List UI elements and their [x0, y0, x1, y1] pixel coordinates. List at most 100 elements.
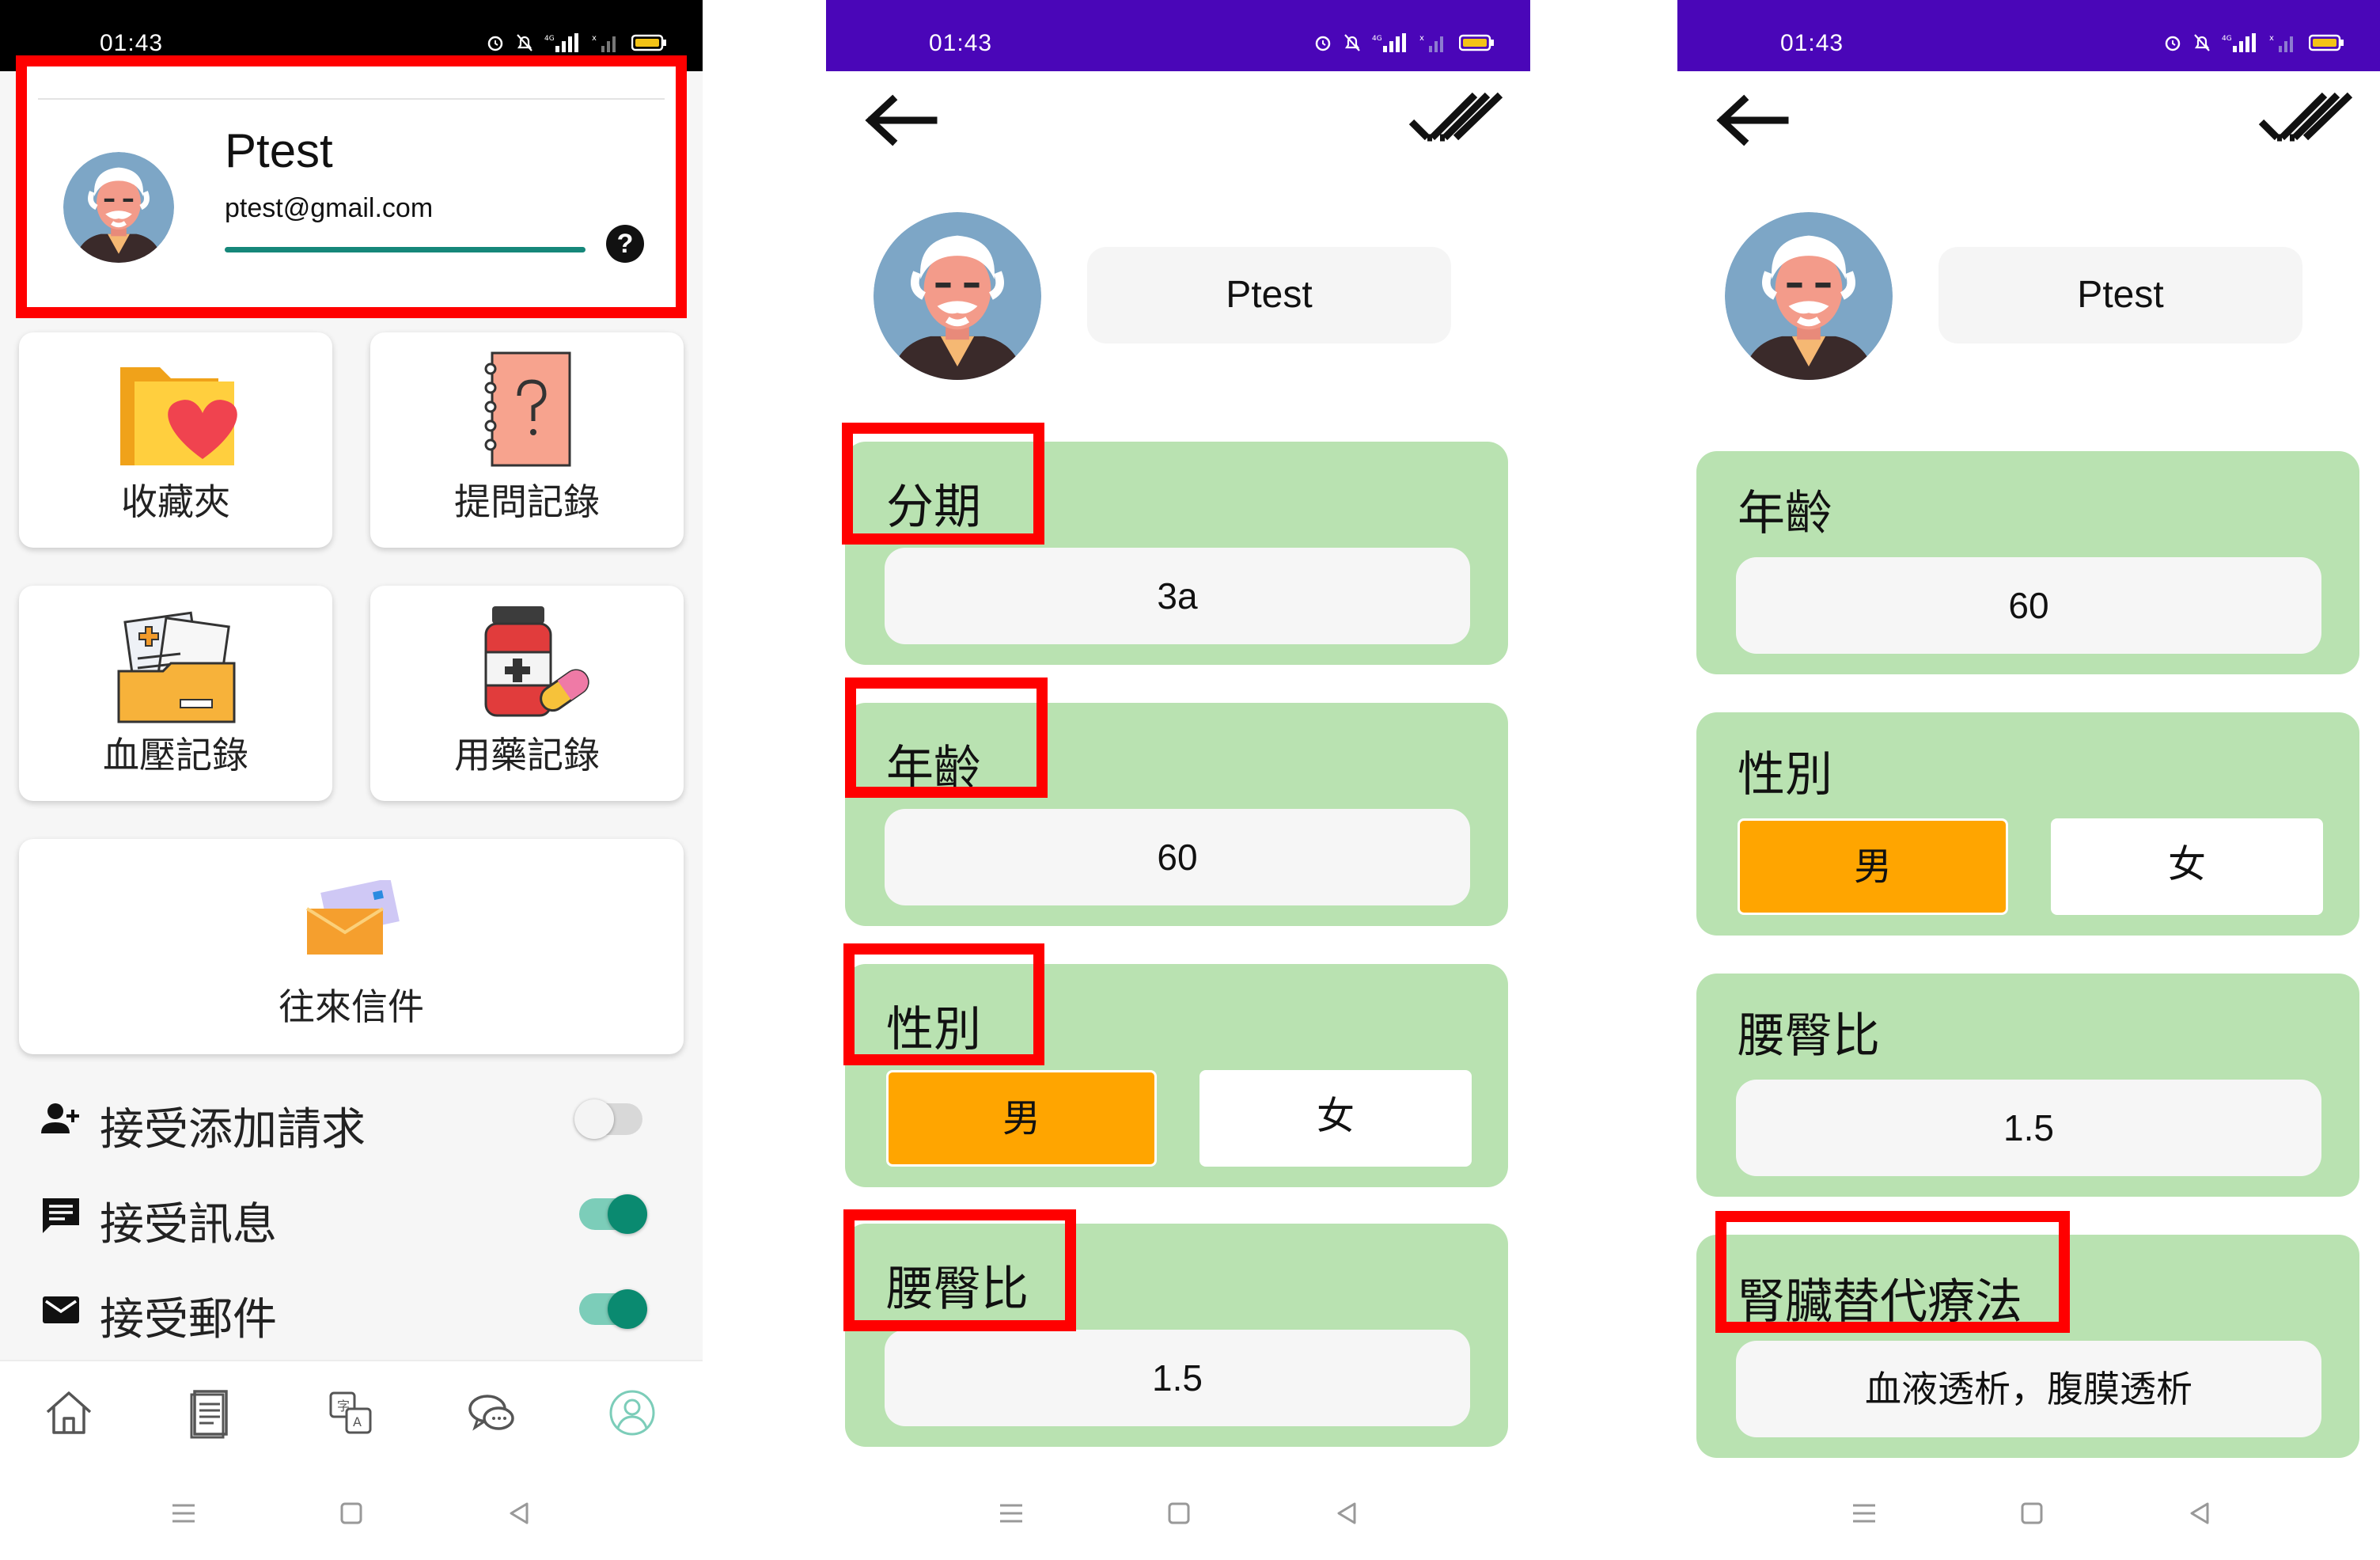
- mute-icon: [517, 34, 532, 51]
- message-icon: [43, 1198, 79, 1233]
- gender-male-option[interactable]: 男: [1738, 818, 2008, 915]
- annotation-box-waist-hip: [843, 1209, 1076, 1331]
- status-time: 01:43: [929, 30, 993, 56]
- status-icons: 4G x: [486, 32, 668, 54]
- menu-icon[interactable]: [995, 1497, 1027, 1529]
- waist-hip-card: 腰臀比 1.5: [1696, 974, 2359, 1197]
- chat-icon[interactable]: [464, 1385, 519, 1440]
- name-field[interactable]: Ptest: [1087, 247, 1451, 344]
- gender-female-option[interactable]: 女: [1199, 1070, 1472, 1167]
- age-input[interactable]: 60: [1736, 557, 2321, 654]
- back-triangle-icon[interactable]: [2184, 1497, 2215, 1529]
- avatar[interactable]: [1725, 212, 1893, 380]
- alarm-icon: [487, 36, 503, 51]
- signal-icon: 4G: [544, 33, 578, 52]
- gender-male-option[interactable]: 男: [886, 1070, 1157, 1167]
- age-card: 年齡 60: [1696, 451, 2359, 674]
- back-arrow-icon[interactable]: [1712, 89, 1791, 152]
- avatar[interactable]: [874, 212, 1041, 380]
- medication-records-tile[interactable]: 用藥記錄: [370, 586, 684, 801]
- waist-hip-input[interactable]: 1.5: [1736, 1080, 2321, 1176]
- done-all-icon[interactable]: [1407, 89, 1506, 152]
- age-label: 年齡: [1738, 487, 1832, 540]
- question-notebook-icon: [484, 351, 571, 467]
- back-triangle-icon[interactable]: [1331, 1497, 1362, 1529]
- accept-messages-label: 接受訊息: [100, 1199, 277, 1249]
- home-square-icon[interactable]: [1163, 1497, 1195, 1529]
- profile-card[interactable]: Ptest ptest@gmail.com ?: [38, 98, 665, 294]
- add-person-icon: [41, 1103, 79, 1133]
- home-square-icon[interactable]: [2016, 1497, 2048, 1529]
- svg-text:4G: 4G: [1372, 35, 1382, 43]
- annotation-box-age: [845, 678, 1048, 798]
- annotation-box-gender: [843, 943, 1044, 1065]
- profile-divider: [225, 247, 586, 252]
- blood-pressure-tile[interactable]: 血壓記錄: [19, 586, 332, 801]
- patient-info-screen-2: 01:43 4G x Ptest 年齡 60 性別 男 女 腰臀比 1.5 腎臟…: [1677, 0, 2380, 1560]
- mute-icon: [1344, 34, 1360, 51]
- age-input[interactable]: 60: [885, 809, 1470, 905]
- home-square-icon[interactable]: [335, 1497, 367, 1529]
- back-triangle-icon[interactable]: [503, 1497, 535, 1529]
- gender-card: 性別 男 女: [1696, 712, 2359, 936]
- profile-highlight: Ptest ptest@gmail.com ?: [16, 55, 687, 318]
- battery-icon: [631, 34, 666, 51]
- favorites-folder-icon: [120, 367, 237, 465]
- battery-icon: [1459, 34, 1494, 51]
- help-button[interactable]: ?: [606, 225, 644, 263]
- signal-weak-icon: x: [2269, 34, 2293, 52]
- name-field[interactable]: Ptest: [1938, 247, 2302, 344]
- home-icon[interactable]: [41, 1385, 97, 1440]
- done-all-icon[interactable]: [2257, 89, 2356, 152]
- profile-menu-screen: 01:43 4G x Ptest ptest@gmail.com ? 收藏夾 提…: [0, 0, 703, 1560]
- annotation-box-stage: [842, 423, 1044, 545]
- alarm-icon: [2165, 36, 2181, 51]
- profile-name: Ptest: [225, 124, 333, 177]
- back-arrow-icon[interactable]: [861, 89, 940, 152]
- favorites-label: 收藏夾: [121, 481, 230, 522]
- favorites-tile[interactable]: 收藏夾: [19, 332, 332, 548]
- battery-icon: [2309, 34, 2344, 51]
- bottom-navigation: 字A: [0, 1360, 703, 1469]
- profile-email: ptest@gmail.com: [225, 193, 434, 223]
- gender-female-option[interactable]: 女: [2051, 818, 2323, 915]
- blood-pressure-label: 血壓記錄: [103, 734, 248, 776]
- medical-folder-icon: [117, 611, 236, 723]
- status-time: 01:43: [100, 30, 164, 56]
- mail-tile[interactable]: 往來信件: [19, 839, 684, 1054]
- system-navigation: [0, 1469, 703, 1560]
- accept-emails-label: 接受郵件: [100, 1294, 277, 1344]
- avatar: [63, 152, 174, 263]
- waist-hip-input[interactable]: 1.5: [885, 1330, 1470, 1426]
- signal-icon: 4G: [1372, 33, 1406, 52]
- stage-input[interactable]: 3a: [885, 548, 1470, 644]
- system-navigation: [1677, 1469, 2380, 1560]
- document-icon[interactable]: [182, 1385, 237, 1440]
- accept-emails-toggle[interactable]: [579, 1289, 647, 1329]
- system-navigation: [826, 1469, 1530, 1560]
- svg-text:4G: 4G: [544, 35, 555, 43]
- accept-requests-toggle[interactable]: [574, 1099, 642, 1139]
- translate-icon[interactable]: 字A: [323, 1385, 378, 1440]
- toggle-knob: [608, 1194, 647, 1234]
- svg-text:x: x: [2269, 34, 2274, 43]
- menu-icon[interactable]: [168, 1497, 199, 1529]
- patient-info-screen-1: 01:43 4G x Ptest 分期 3a 年齡 60 性別 男 女 腰臀比 …: [826, 0, 1530, 1560]
- question-records-tile[interactable]: 提問記錄: [370, 332, 684, 548]
- status-bar: 01:43 4G x: [1677, 0, 2380, 71]
- waist-hip-label: 腰臀比: [1738, 1009, 1880, 1062]
- question-records-label: 提問記錄: [454, 481, 600, 522]
- medicine-bottle-icon: [484, 606, 589, 717]
- profile-icon[interactable]: [604, 1385, 660, 1440]
- signal-weak-icon: x: [592, 34, 616, 52]
- accept-emails-row: 接受郵件: [35, 1273, 668, 1344]
- accept-messages-toggle[interactable]: [579, 1194, 647, 1234]
- accept-requests-label: 接受添加請求: [100, 1104, 366, 1154]
- svg-text:字: 字: [337, 1399, 350, 1414]
- svg-text:x: x: [592, 34, 597, 43]
- menu-icon[interactable]: [1848, 1497, 1880, 1529]
- signal-icon: 4G: [2222, 33, 2256, 52]
- renal-replacement-input[interactable]: 血液透析，腹膜透析: [1736, 1341, 2321, 1437]
- svg-text:x: x: [1419, 34, 1424, 43]
- accept-messages-row: 接受訊息: [35, 1178, 668, 1249]
